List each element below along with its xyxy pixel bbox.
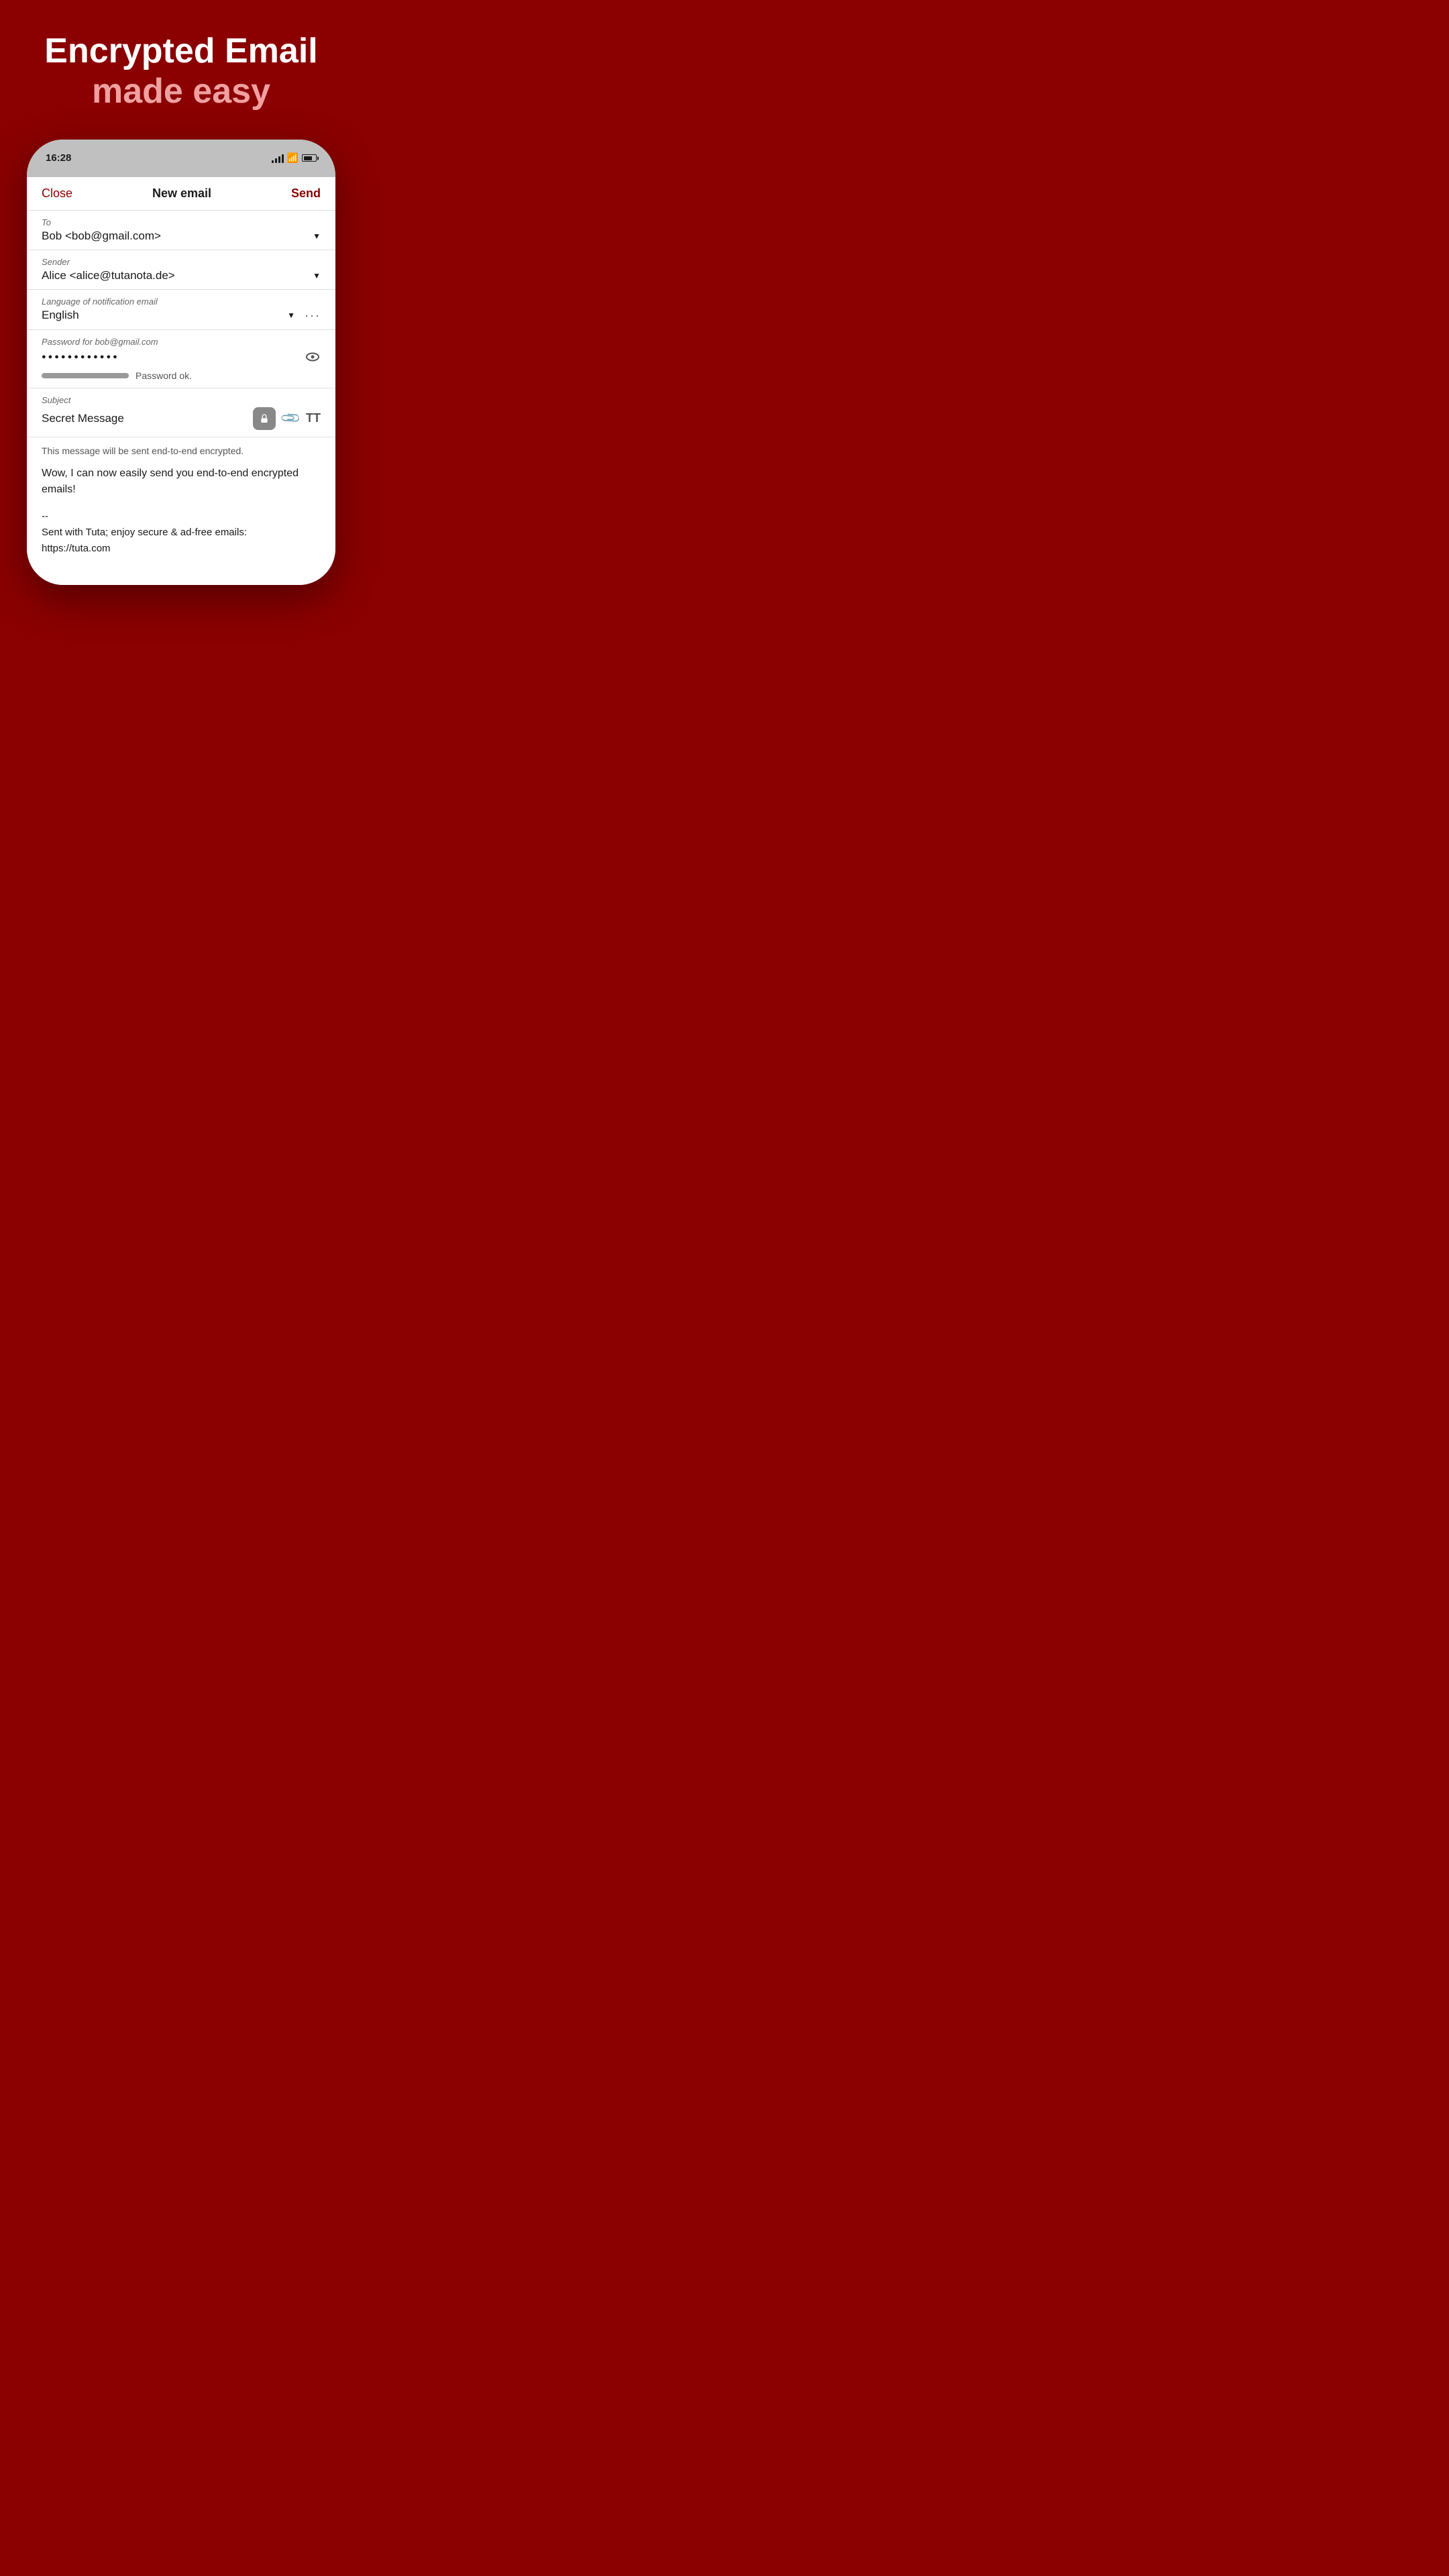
text-size-icon[interactable]: TT [306, 411, 321, 425]
sender-label: Sender [42, 257, 321, 267]
sender-field: Sender Alice <alice@tutanota.de> ▼ [27, 250, 335, 290]
sender-dropdown-icon[interactable]: ▼ [313, 271, 321, 280]
to-dropdown-icon[interactable]: ▼ [313, 231, 321, 241]
send-button[interactable]: Send [291, 186, 321, 201]
subject-label: Subject [42, 395, 321, 405]
to-value[interactable]: Bob <bob@gmail.com> [42, 229, 161, 243]
email-body: This message will be sent end-to-end enc… [27, 437, 335, 565]
password-value[interactable]: ●●●●●●●●●●●● [42, 353, 119, 361]
encrypt-notice: This message will be sent end-to-end enc… [42, 445, 321, 456]
phone-notch [138, 140, 225, 158]
email-body-text[interactable]: Wow, I can now easily send you end-to-en… [42, 466, 321, 498]
signature-dash: -- [42, 508, 321, 525]
signal-icon [272, 154, 284, 163]
encryption-lock-button[interactable] [253, 407, 276, 430]
password-label: Password for bob@gmail.com [42, 337, 321, 347]
language-dropdown-icon[interactable]: ▼ [287, 311, 295, 320]
close-button[interactable]: Close [42, 186, 72, 201]
language-more-icon[interactable]: ··· [305, 309, 321, 323]
signature-text: Sent with Tuta; enjoy secure & ad-free e… [42, 525, 321, 541]
subject-icons: 📎 TT [253, 407, 321, 430]
email-compose-area: Close New email Send To Bob <bob@gmail.c… [27, 177, 335, 585]
password-strength-row: Password ok. [42, 370, 321, 381]
status-bar: 16:28 📶 [27, 140, 335, 177]
email-signature: -- Sent with Tuta; enjoy secure & ad-fre… [42, 508, 321, 557]
hero-title-line1: Encrypted Email [44, 32, 317, 70]
status-time: 16:28 [46, 152, 71, 164]
to-field: To Bob <bob@gmail.com> ▼ [27, 211, 335, 250]
status-icons: 📶 [272, 152, 317, 164]
compose-title: New email [152, 186, 211, 201]
language-label: Language of notification email [42, 297, 321, 307]
attach-icon[interactable]: 📎 [279, 407, 303, 430]
phone-frame: 16:28 📶 Close New email Send To [27, 140, 335, 585]
language-field: Language of notification email English ▼… [27, 290, 335, 330]
strength-text: Password ok. [136, 370, 192, 381]
password-toggle-icon[interactable] [305, 349, 321, 365]
strength-bar [42, 373, 129, 378]
to-label: To [42, 217, 321, 227]
wifi-icon: 📶 [287, 152, 299, 164]
subject-value[interactable]: Secret Message [42, 412, 124, 425]
subject-field: Subject Secret Message 📎 TT [27, 388, 335, 437]
language-value[interactable]: English [42, 309, 79, 322]
password-field: Password for bob@gmail.com ●●●●●●●●●●●● … [27, 330, 335, 388]
sender-value[interactable]: Alice <alice@tutanota.de> [42, 269, 175, 282]
signature-link[interactable]: https://tuta.com [42, 541, 321, 557]
battery-icon [302, 154, 317, 162]
hero-title-line2: made easy [92, 70, 270, 112]
email-toolbar: Close New email Send [27, 177, 335, 211]
